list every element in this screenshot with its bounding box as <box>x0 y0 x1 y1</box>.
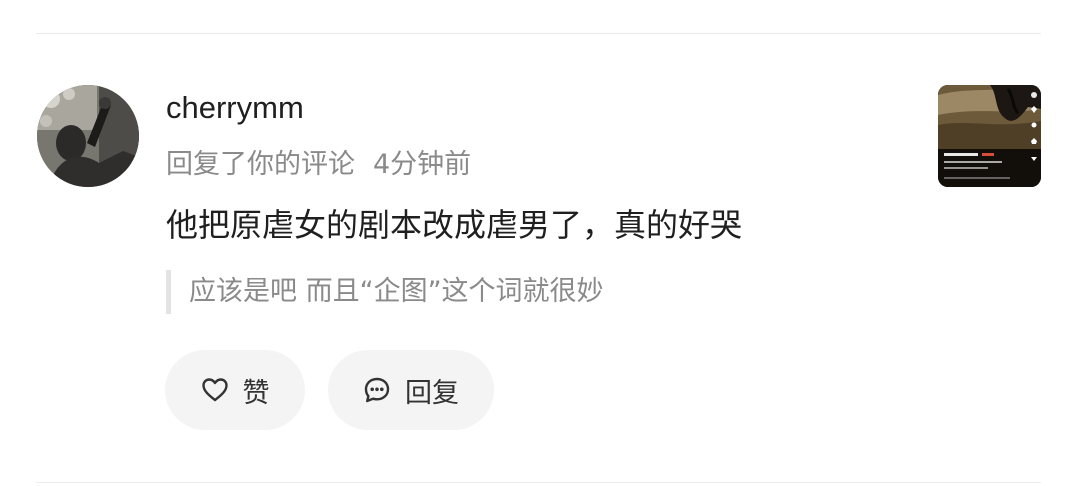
like-label: 赞 <box>242 377 270 409</box>
reply-button[interactable]: 回复 <box>328 350 494 430</box>
bottom-divider <box>36 482 1041 483</box>
action-text: 回复了你的评论 <box>166 149 355 180</box>
reply-label: 回复 <box>405 377 459 409</box>
timestamp: 4分钟前 <box>373 149 472 180</box>
quoted-comment[interactable]: 应该是吧 而且“企图”这个词就很妙 <box>166 270 604 314</box>
chat-bubble-icon <box>363 376 391 404</box>
heart-icon <box>201 377 229 403</box>
avatar[interactable] <box>37 85 139 187</box>
top-divider <box>36 33 1041 34</box>
video-thumbnail[interactable] <box>938 85 1041 187</box>
like-button[interactable]: 赞 <box>165 350 305 430</box>
comment-meta: 回复了你的评论 4分钟前 <box>166 146 471 184</box>
username[interactable]: cherrymm <box>166 88 304 128</box>
comment-text[interactable]: 他把原虐女的剧本改成虐男了，真的好哭 <box>166 202 742 248</box>
